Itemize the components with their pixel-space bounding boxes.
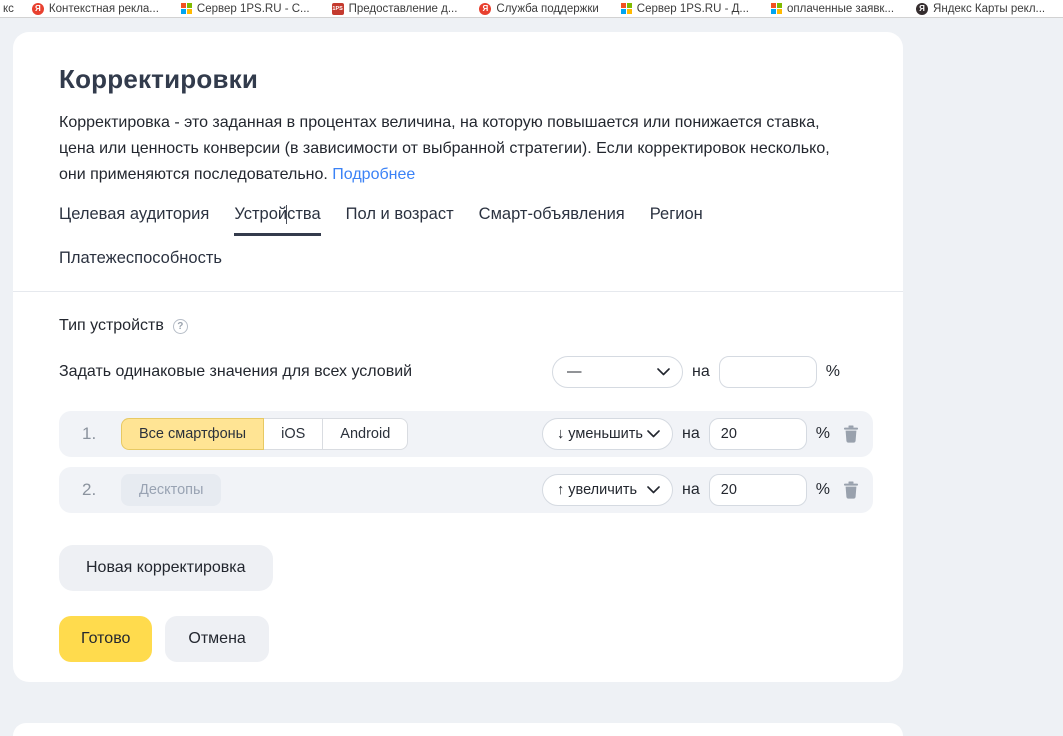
device-segmented-control: Все смартфоны iOS Android	[121, 418, 409, 450]
bulk-set-label: Задать одинаковые значения для всех усло…	[59, 363, 413, 380]
condition-chip-desktops[interactable]: Десктопы	[121, 474, 222, 506]
tabs-bar: Целевая аудитория Устройства Пол и возра…	[59, 205, 873, 280]
device-type-label: Тип устройств	[59, 317, 164, 334]
bookmark-item[interactable]: Сервер 1PS.RU - С...	[171, 3, 322, 15]
bulk-action-select[interactable]: —	[552, 356, 684, 388]
bookmark-item[interactable]: Сервер 1PS.RU - Д...	[611, 3, 761, 15]
action-value: ↑ увеличить	[557, 482, 638, 498]
windows-icon	[180, 3, 192, 14]
text-cursor	[286, 205, 288, 224]
1ps-icon: 1PS	[331, 2, 344, 15]
adjustment-row: 1. Все смартфоны iOS Android ↓ уменьшить…	[59, 411, 873, 457]
na-label: на	[682, 481, 700, 498]
tab-target-audience[interactable]: Целевая аудитория	[59, 205, 209, 236]
percent-sign: %	[815, 425, 830, 442]
segment-ios[interactable]: iOS	[263, 418, 324, 450]
percent-input[interactable]	[708, 474, 807, 506]
tab-smart-ads[interactable]: Смарт-объявления	[479, 205, 625, 236]
page-title: Корректировки	[59, 64, 259, 94]
chevron-down-icon	[647, 430, 660, 438]
description-text: Корректировка - это заданная в процентах…	[59, 110, 859, 188]
tab-gender-age[interactable]: Пол и возраст	[346, 205, 454, 236]
adjustments-dialog: Корректировки Корректировка - это заданн…	[13, 32, 903, 682]
bulk-percent-input[interactable]	[718, 356, 817, 388]
tab-solvency[interactable]: Платежеспособность	[59, 249, 222, 280]
percent-sign: %	[825, 363, 840, 380]
adjustment-row: 2. Десктопы ↑ увеличить на %	[59, 467, 873, 513]
action-select[interactable]: ↓ уменьшить	[542, 418, 674, 450]
trash-icon	[844, 425, 858, 443]
chevron-down-icon	[657, 368, 670, 376]
bulk-set-row: Задать одинаковые значения для всех усло…	[59, 356, 873, 388]
bookmark-label: кс	[3, 2, 14, 15]
na-label: на	[692, 363, 710, 380]
bookmark-item[interactable]: кс	[1, 3, 22, 15]
delete-row-button[interactable]	[843, 481, 859, 499]
bookmark-label: Яндекс Карты рекл...	[933, 2, 1046, 15]
tab-region[interactable]: Регион	[650, 205, 703, 236]
row-number: 2.	[82, 480, 97, 499]
percent-sign: %	[815, 481, 830, 498]
bulk-action-value: —	[567, 364, 582, 380]
bookmark-label: Контекстная рекла...	[48, 2, 159, 15]
bookmark-label: Предоставление д...	[348, 2, 458, 15]
bookmark-label: оплаченные заявк...	[787, 2, 895, 15]
bookmark-item[interactable]: оплаченные заявк...	[761, 3, 906, 15]
windows-icon	[771, 3, 782, 14]
windows-icon	[620, 3, 632, 14]
action-value: ↓ уменьшить	[557, 426, 643, 442]
chevron-down-icon	[647, 486, 660, 494]
bookmark-label: Сервер 1PS.RU - С...	[196, 2, 310, 15]
cancel-button[interactable]: Отмена	[165, 616, 269, 662]
yandex-icon: Я	[479, 2, 492, 15]
done-button[interactable]: Готово	[59, 616, 153, 662]
row-number: 1.	[82, 424, 97, 443]
bookmark-item[interactable]: Я Контекстная рекла...	[22, 2, 171, 15]
segment-android[interactable]: Android	[322, 418, 409, 450]
tab-devices[interactable]: Устройства	[234, 205, 321, 236]
bookmark-label: Служба поддержки	[496, 2, 599, 15]
tab-devices-label: Устройства	[234, 205, 321, 223]
next-section-card	[13, 723, 903, 736]
bookmark-label: Сервер 1PS.RU - Д...	[636, 2, 749, 15]
yandex-dark-icon: Я	[916, 2, 929, 15]
bookmark-item[interactable]: 1PS Предоставление д...	[322, 2, 470, 15]
yandex-icon: Я	[31, 2, 44, 15]
divider	[13, 291, 903, 292]
na-label: на	[682, 425, 700, 442]
segment-all-smartphones[interactable]: Все смартфоны	[121, 418, 265, 450]
new-adjustment-button[interactable]: Новая корректировка	[59, 545, 273, 591]
help-icon[interactable]: ?	[172, 318, 188, 334]
delete-row-button[interactable]	[843, 425, 859, 443]
more-link[interactable]: Подробнее	[332, 166, 415, 183]
bookmark-item[interactable]: Я Служба поддержки	[469, 2, 610, 15]
percent-input[interactable]	[708, 418, 807, 450]
trash-icon	[844, 481, 858, 499]
bookmarks-bar: кс Я Контекстная рекла... Сервер 1PS.RU …	[0, 0, 1063, 18]
bookmark-item[interactable]: Я Яндекс Карты рекл...	[906, 2, 1057, 15]
description-body: Корректировка - это заданная в процентах…	[59, 114, 830, 183]
action-select[interactable]: ↑ увеличить	[542, 474, 674, 506]
